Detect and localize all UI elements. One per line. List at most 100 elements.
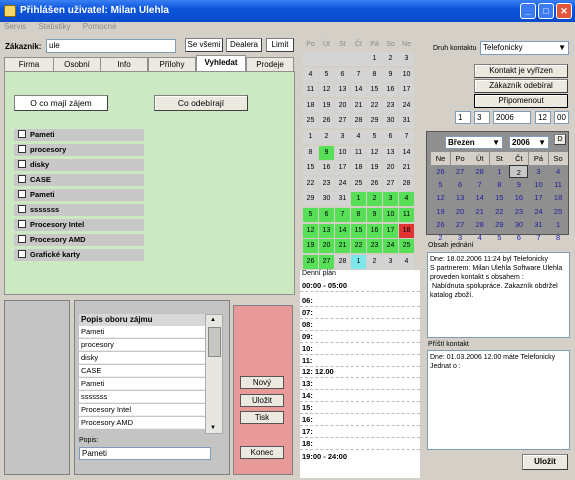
calendar-day[interactable]: 4 <box>351 130 366 144</box>
calendar-day[interactable]: 5 <box>490 231 509 244</box>
calendar-day[interactable]: 7 <box>351 67 366 82</box>
calendar-day[interactable]: 19 <box>431 205 450 218</box>
category-item[interactable]: disky <box>14 159 144 171</box>
calendar-day[interactable]: 30 <box>509 218 528 231</box>
calendar-day[interactable]: 7 <box>335 208 350 222</box>
category-item[interactable]: procesory <box>14 144 144 156</box>
calendar-day[interactable]: 16 <box>509 191 528 204</box>
checkbox[interactable] <box>18 250 26 258</box>
tab-vyhledat[interactable]: Vyhledat <box>196 55 246 71</box>
chevron-down-icon[interactable]: ▼ <box>538 137 546 148</box>
calendar-day[interactable]: 12 <box>303 223 318 238</box>
calendar-day[interactable]: 8 <box>490 178 509 191</box>
calendar-day[interactable]: 16 <box>367 223 382 238</box>
day-input[interactable]: 1 <box>455 111 471 124</box>
checkbox[interactable] <box>18 160 26 168</box>
checkbox[interactable] <box>18 220 26 228</box>
scroll-up-icon[interactable]: ▲ <box>210 317 216 323</box>
range-top[interactable]: 00:00 - 05:00 <box>300 279 420 292</box>
calendar-day[interactable]: 8 <box>367 67 382 82</box>
menu-servis[interactable]: Servis <box>4 22 26 31</box>
list-item[interactable]: Procesory AMD <box>79 417 205 429</box>
scroll-down-icon[interactable]: ▼ <box>210 425 216 431</box>
calendar-day[interactable]: 29 <box>367 114 382 129</box>
calendar-day[interactable]: 1 <box>549 218 568 231</box>
calendar-day[interactable]: 14 <box>335 223 350 238</box>
calendar-day[interactable] <box>303 52 318 66</box>
calendar-day[interactable]: 8 <box>303 145 318 160</box>
list-scrollbar[interactable]: ▲ ▼ <box>205 314 223 434</box>
calendar-day[interactable]: 22 <box>490 205 509 218</box>
calendar-day[interactable]: 27 <box>335 114 350 129</box>
minute-input[interactable]: 00 <box>554 111 569 124</box>
dealer-button[interactable]: Dealera <box>226 38 262 52</box>
calendar-day[interactable]: 1 <box>351 192 366 207</box>
calendar-day[interactable]: 9 <box>367 208 382 222</box>
calendar-day[interactable]: 3 <box>383 254 398 269</box>
calendar-day[interactable] <box>335 52 350 66</box>
calendar-day[interactable]: 14 <box>399 145 414 160</box>
tab-prodeje[interactable]: Prodeje <box>246 57 294 71</box>
calendar-day[interactable]: 29 <box>490 218 509 231</box>
calendar-day[interactable]: 5 <box>303 208 318 222</box>
calendar-day[interactable]: 28 <box>399 176 414 191</box>
minimize-button[interactable]: _ <box>520 3 536 19</box>
calendar-day[interactable]: 27 <box>451 218 470 231</box>
calendar-day[interactable]: 3 <box>529 165 548 178</box>
calendar-day[interactable] <box>319 52 334 66</box>
calendar-day[interactable]: 11 <box>303 83 318 98</box>
range-bottom[interactable]: 19:00 - 24:00 <box>300 450 420 463</box>
list-item[interactable]: Pameti <box>79 378 205 390</box>
calendar-day[interactable]: 17 <box>335 161 350 176</box>
checkbox[interactable] <box>18 130 26 138</box>
calendar-day[interactable]: 11 <box>399 208 414 222</box>
month-input[interactable]: 3 <box>474 111 490 124</box>
calendar-day[interactable]: 5 <box>431 178 450 191</box>
calendar-day[interactable]: 6 <box>319 208 334 222</box>
popis-input[interactable]: Pameti <box>79 447 211 460</box>
year-select[interactable]: 2006 ▼ <box>509 136 549 149</box>
hour-input[interactable]: 12 <box>535 111 551 124</box>
calendar-day[interactable]: 5 <box>319 67 334 82</box>
calendar-day[interactable]: 29 <box>303 192 318 207</box>
tab-prilohy[interactable]: Přílohy <box>148 57 196 71</box>
calendar-day[interactable]: 13 <box>383 145 398 160</box>
calendar-day[interactable]: 9 <box>509 178 528 191</box>
calendar-day[interactable]: 20 <box>319 239 334 254</box>
calendar-day[interactable]: 4 <box>399 192 414 207</box>
category-item[interactable]: Procesory Intel <box>14 219 144 231</box>
calendar-day[interactable]: 8 <box>351 208 366 222</box>
calendar-day[interactable]: 30 <box>319 192 334 207</box>
calendar-day[interactable]: 3 <box>399 52 414 66</box>
end-button[interactable]: Konec <box>240 446 284 459</box>
calendar-day[interactable]: 18 <box>351 161 366 176</box>
calendar-day[interactable]: 23 <box>367 239 382 254</box>
calendar-day[interactable]: 28 <box>470 218 489 231</box>
calendar-day[interactable]: 28 <box>351 114 366 129</box>
next-contact-textarea[interactable]: Dne: 01.03.2006 12.00 máte Telefonicky J… <box>427 350 570 450</box>
list-item[interactable]: disky <box>79 352 205 364</box>
calendar-day[interactable]: 1 <box>490 165 509 178</box>
calendar-day[interactable]: 14 <box>470 191 489 204</box>
contact-type-select[interactable]: Telefonicky ▼ <box>480 41 569 55</box>
calendar-day[interactable]: 15 <box>367 83 382 98</box>
calendar-day[interactable]: 20 <box>451 205 470 218</box>
calendar-day[interactable] <box>351 52 366 66</box>
calendar-day[interactable]: 20 <box>335 98 350 113</box>
calendar-day[interactable]: 25 <box>303 114 318 129</box>
category-item[interactable]: sssssss <box>14 204 144 216</box>
chevron-down-icon[interactable]: ▼ <box>492 137 500 148</box>
list-item[interactable]: procesory <box>79 339 205 351</box>
calendar-day[interactable]: 24 <box>335 176 350 191</box>
chevron-down-icon[interactable]: ▼ <box>558 42 566 54</box>
calendar-day[interactable]: 18 <box>399 223 414 238</box>
category-item[interactable]: Pameti <box>14 189 144 201</box>
calendar-day[interactable]: 30 <box>383 114 398 129</box>
calendar-day[interactable]: 2 <box>367 192 382 207</box>
calendar-day[interactable]: 21 <box>399 161 414 176</box>
calendar-day[interactable]: 31 <box>335 192 350 207</box>
checkbox[interactable] <box>18 175 26 183</box>
year-input[interactable]: 2006 <box>493 111 531 124</box>
calendar-day[interactable]: 25 <box>399 239 414 254</box>
calendar-day[interactable]: 28 <box>470 165 489 178</box>
